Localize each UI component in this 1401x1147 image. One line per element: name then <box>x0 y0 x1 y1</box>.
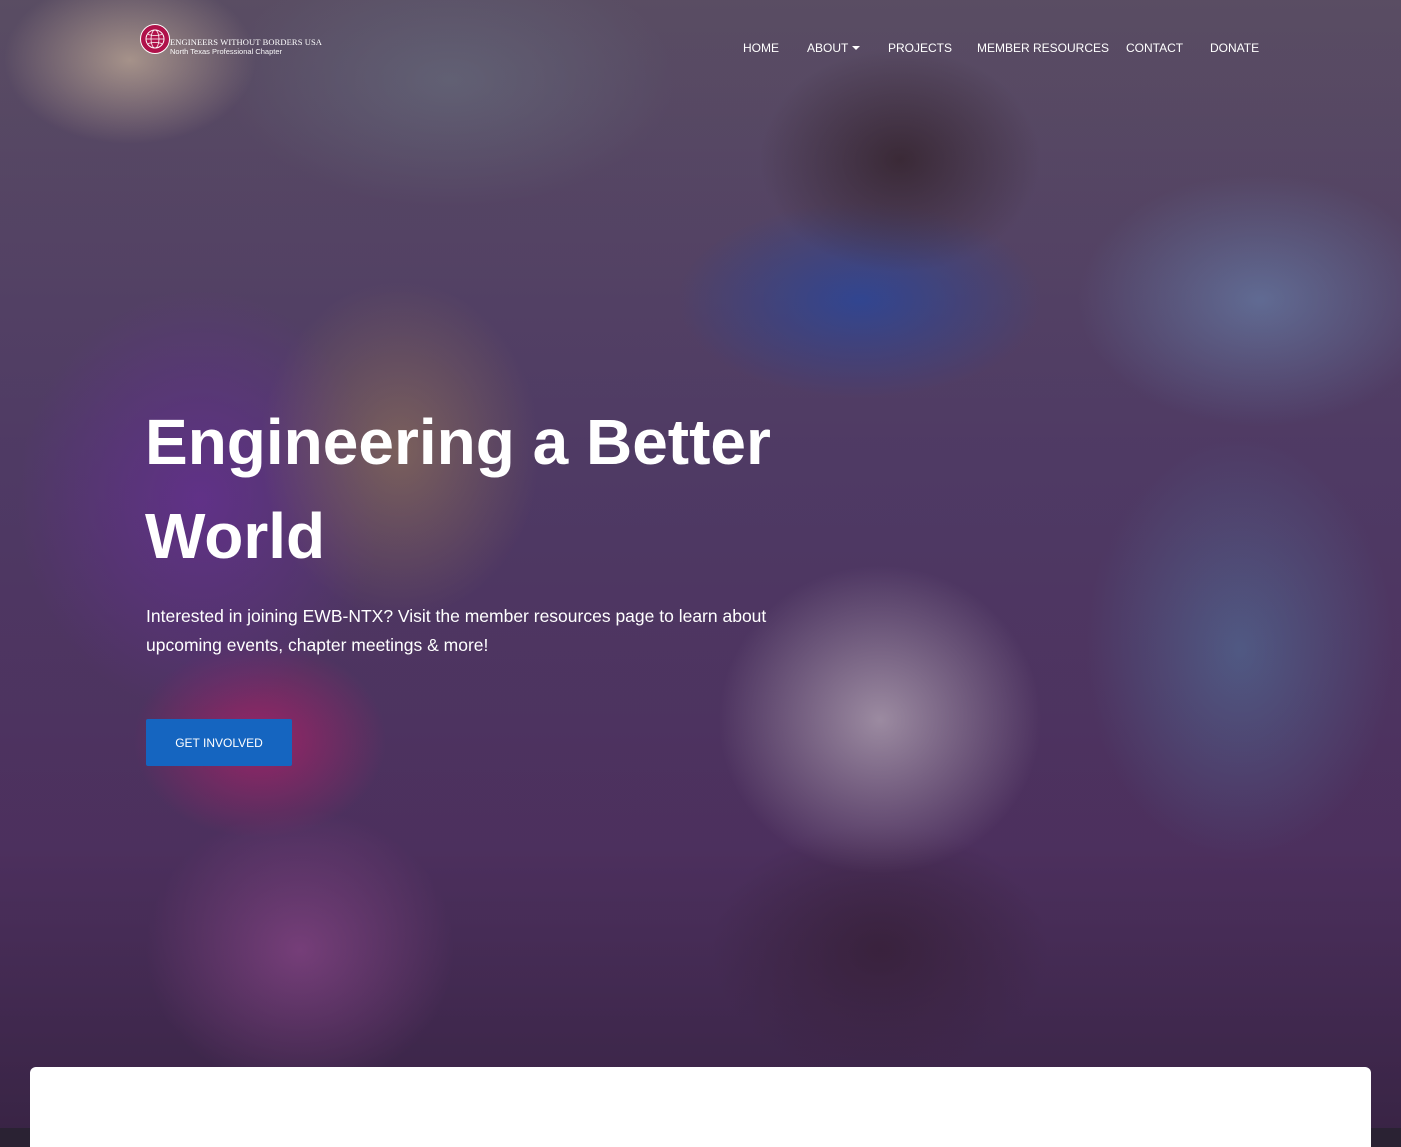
nav-item-projects[interactable]: PROJECTS <box>888 40 952 56</box>
content-card <box>30 1067 1371 1147</box>
nav-item-contact[interactable]: CONTACT <box>1126 40 1183 56</box>
hero-headline: Engineering a Better World <box>145 406 771 572</box>
hero-subtext: Interested in joining EWB-NTX? Visit the… <box>146 606 767 655</box>
globe-icon <box>140 24 170 54</box>
nav-item-donate[interactable]: DONATE <box>1210 40 1259 56</box>
nav-item-about-label: ABOUT <box>807 41 849 55</box>
nav-item-home[interactable]: HOME <box>743 40 779 56</box>
site-logo[interactable]: ENGINEERS WITHOUT BORDERS USA North Texa… <box>140 24 330 68</box>
get-involved-button[interactable]: GET INVOLVED <box>146 719 292 766</box>
logo-title: ENGINEERS WITHOUT BORDERS USA <box>170 37 323 47</box>
hero-section: ENGINEERS WITHOUT BORDERS USA North Texa… <box>0 0 1401 1128</box>
caret-down-icon <box>852 46 861 50</box>
logo-text: ENGINEERS WITHOUT BORDERS USA North Texa… <box>170 24 322 57</box>
logo-subtitle: North Texas Professional Chapter <box>170 47 283 56</box>
nav-item-about[interactable]: ABOUT <box>807 40 861 56</box>
nav-item-member-resources[interactable]: MEMBER RESOURCES <box>977 40 1109 56</box>
